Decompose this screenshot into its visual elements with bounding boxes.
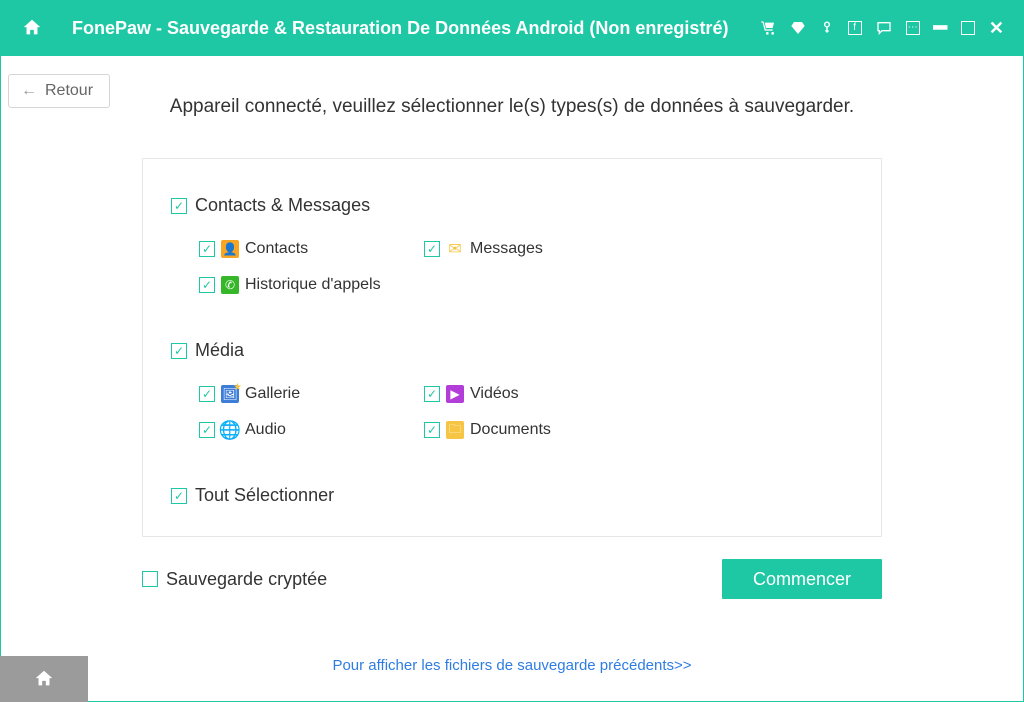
item-call-history: ✓ ✆ Historique d'appels — [199, 276, 424, 294]
checkbox-select-all[interactable]: ✓ — [171, 488, 187, 504]
select-all-label: Tout Sélectionner — [195, 485, 334, 506]
title-bar: FonePaw - Sauvegarde & Restauration De D… — [0, 0, 1024, 56]
contacts-icon: 👤 — [221, 240, 239, 258]
item-label: Vidéos — [470, 385, 519, 403]
home-icon[interactable] — [20, 16, 44, 40]
facebook-icon[interactable]: f — [848, 21, 862, 35]
item-videos: ✓ ▶ Vidéos — [424, 385, 649, 403]
encrypt-option: ✓ Sauvegarde cryptée — [142, 569, 327, 590]
key-icon[interactable] — [820, 20, 834, 36]
bottom-home-tab[interactable] — [0, 656, 88, 702]
checkbox-gallery[interactable]: ✓ — [199, 386, 215, 402]
item-messages: ✓ ✉ Messages — [424, 240, 649, 258]
item-label: Contacts — [245, 240, 308, 258]
checkbox-encrypt[interactable]: ✓ — [142, 571, 158, 587]
checkbox-media[interactable]: ✓ — [171, 343, 187, 359]
checkbox-audio[interactable]: ✓ — [199, 422, 215, 438]
action-row: ✓ Sauvegarde cryptée Commencer — [142, 559, 882, 599]
feedback-icon[interactable] — [876, 20, 892, 36]
videos-icon: ▶ — [446, 385, 464, 403]
start-button[interactable]: Commencer — [722, 559, 882, 599]
item-label: Gallerie — [245, 385, 300, 403]
item-label: Messages — [470, 240, 543, 258]
back-button[interactable]: ← Retour — [8, 74, 110, 108]
item-gallery: ✓ 🖼 Gallerie — [199, 385, 424, 403]
phone-icon: ✆ — [221, 276, 239, 294]
checkbox-call-history[interactable]: ✓ — [199, 277, 215, 293]
section-contacts-messages: ✓ Contacts & Messages — [171, 195, 853, 216]
more-icon[interactable]: ⋯ — [906, 21, 920, 35]
checkbox-contacts[interactable]: ✓ — [199, 241, 215, 257]
maximize-icon[interactable] — [961, 21, 975, 35]
system-icons: f ⋯ ━ ✕ — [760, 18, 1004, 39]
previous-backups-row: Pour afficher les fichiers de sauvegarde… — [0, 657, 1024, 675]
content-area: ← Retour Appareil connecté, veuillez sél… — [0, 56, 1024, 675]
select-all-row: ✓ Tout Sélectionner — [171, 485, 853, 506]
section-media: ✓ Média — [171, 340, 853, 361]
app-title: FonePaw - Sauvegarde & Restauration De D… — [72, 18, 760, 39]
checkbox-videos[interactable]: ✓ — [424, 386, 440, 402]
cart-icon[interactable] — [760, 20, 776, 36]
close-icon[interactable]: ✕ — [989, 18, 1004, 39]
checkbox-contacts-messages[interactable]: ✓ — [171, 198, 187, 214]
diamond-icon[interactable] — [790, 20, 806, 36]
checkbox-messages[interactable]: ✓ — [424, 241, 440, 257]
back-label: Retour — [45, 82, 93, 100]
gallery-icon: 🖼 — [221, 385, 239, 403]
item-label: Historique d'appels — [245, 276, 381, 294]
arrow-left-icon: ← — [21, 82, 37, 100]
item-audio: ✓ 🌐 Audio — [199, 421, 424, 439]
instruction-text: Appareil connecté, veuillez sélectionner… — [0, 56, 1024, 118]
item-label: Audio — [245, 421, 286, 439]
item-contacts: ✓ 👤 Contacts — [199, 240, 424, 258]
documents-icon: 🗀 — [446, 421, 464, 439]
encrypt-label: Sauvegarde cryptée — [166, 569, 327, 590]
item-documents: ✓ 🗀 Documents — [424, 421, 649, 439]
item-label: Documents — [470, 421, 551, 439]
section-title: Contacts & Messages — [195, 195, 370, 216]
audio-icon: 🌐 — [221, 421, 239, 439]
previous-backups-link[interactable]: Pour afficher les fichiers de sauvegarde… — [332, 657, 691, 674]
selection-panel: ✓ Contacts & Messages ✓ 👤 Contacts ✓ ✉ M… — [142, 158, 882, 537]
home-icon — [33, 668, 55, 690]
checkbox-documents[interactable]: ✓ — [424, 422, 440, 438]
section-title: Média — [195, 340, 244, 361]
messages-icon: ✉ — [446, 240, 464, 258]
